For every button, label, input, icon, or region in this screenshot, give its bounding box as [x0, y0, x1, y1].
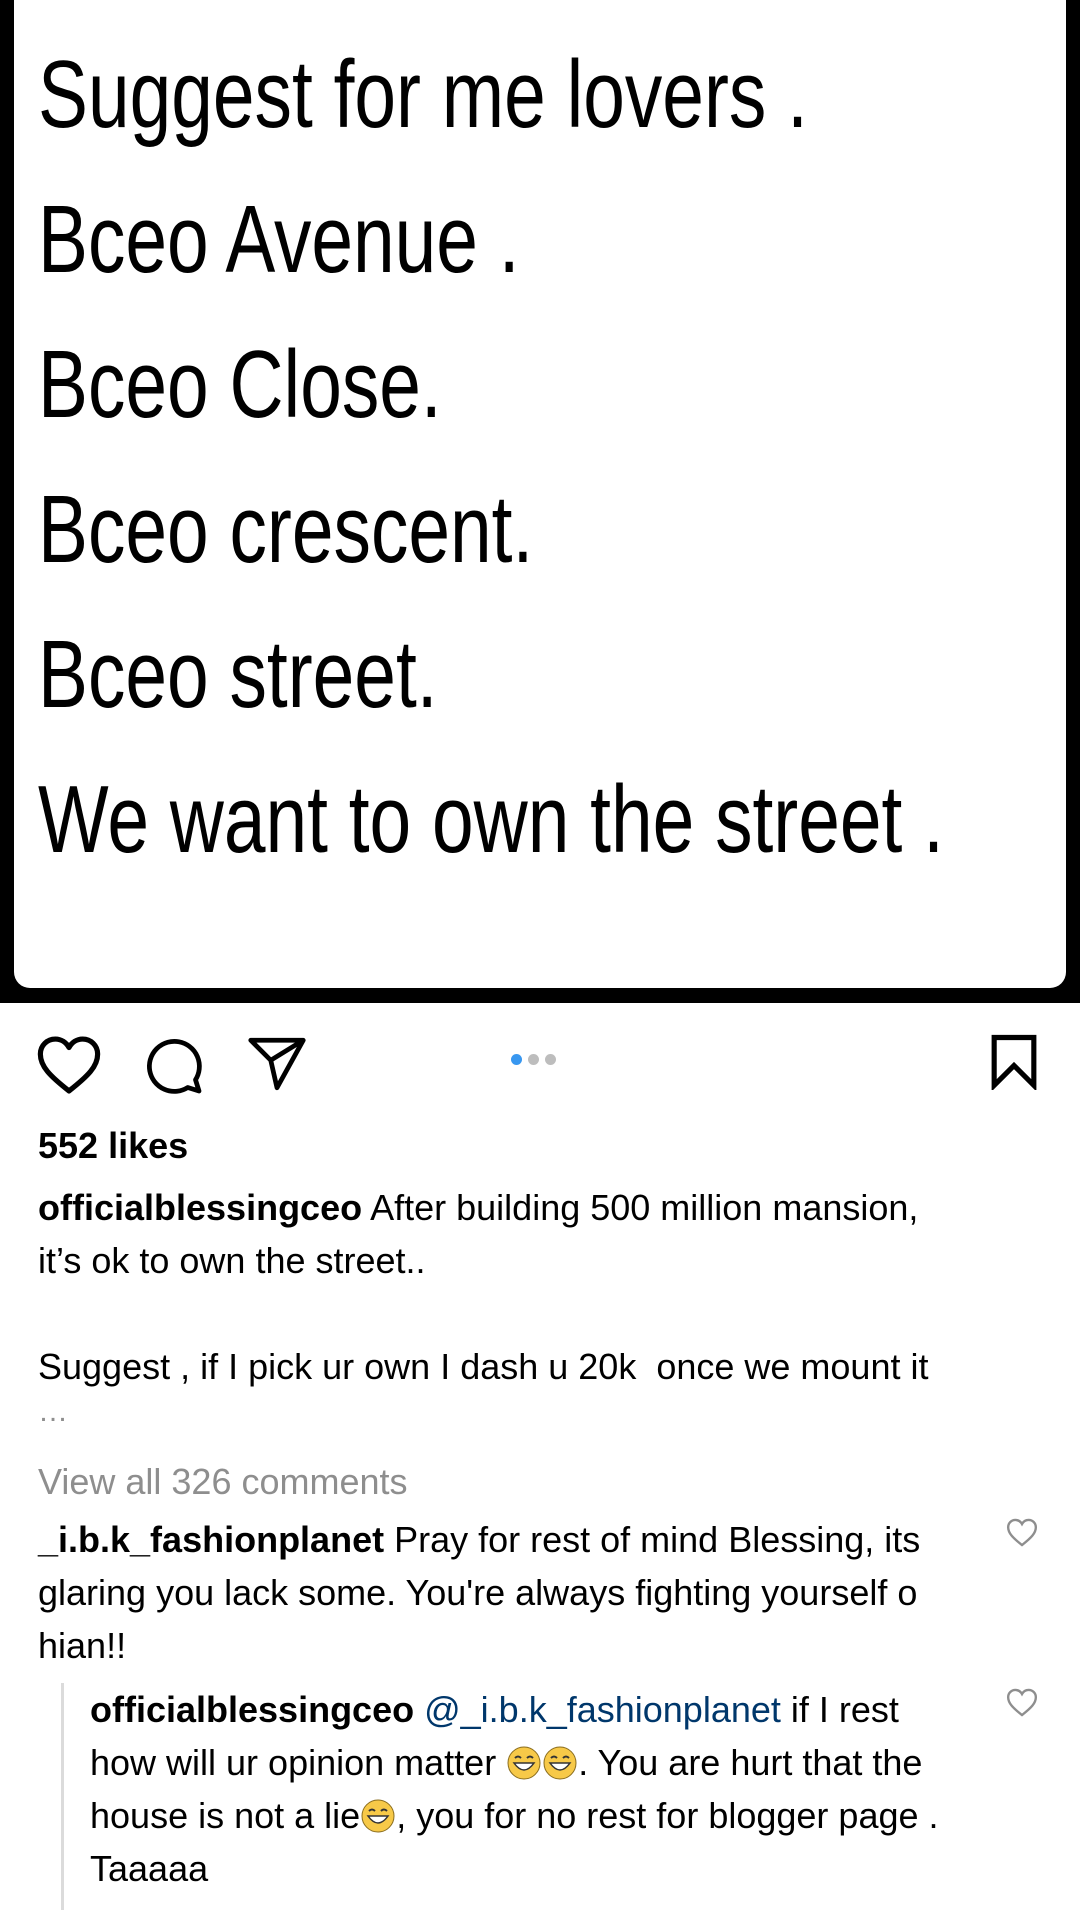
comment-like-button[interactable] — [1006, 1518, 1038, 1552]
laughing-emoji-icon — [507, 1746, 541, 1780]
heart-outline-icon — [37, 1036, 101, 1094]
post-line: Bceo Close. — [38, 331, 442, 438]
carousel-dot — [545, 1054, 556, 1065]
laughing-emoji-icon — [361, 1799, 395, 1833]
save-button[interactable] — [990, 1034, 1038, 1095]
carousel-indicator — [511, 1054, 556, 1065]
post-caption: officialblessingceo After building 500 m… — [38, 1181, 1038, 1393]
comment-item: _i.b.k_fashionplanet Pray for rest of mi… — [38, 1513, 978, 1672]
post-image[interactable]: Suggest for me lovers . Bceo Avenue . Bc… — [0, 0, 1080, 1003]
caption-text: After building 500 million mansion, — [362, 1187, 919, 1228]
bookmark-icon — [991, 1034, 1037, 1092]
caption-author[interactable]: officialblessingceo — [38, 1187, 362, 1228]
comment-bubble-icon — [147, 1039, 202, 1094]
post-line: Bceo crescent. — [38, 476, 534, 583]
carousel-dot — [528, 1054, 539, 1065]
heart-outline-icon — [1006, 1688, 1038, 1717]
likes-count[interactable]: 552 likes — [38, 1124, 188, 1168]
caption-text: Suggest , if I pick ur own I dash u 20k … — [38, 1346, 929, 1387]
reply-thread-line — [61, 1683, 64, 1910]
carousel-dot-active — [511, 1054, 522, 1065]
like-button[interactable] — [36, 1035, 102, 1100]
post-line: Bceo street. — [38, 621, 438, 728]
share-button[interactable] — [247, 1036, 307, 1097]
comment-username[interactable]: _i.b.k_fashionplanet — [38, 1519, 384, 1560]
comment-reply-item: officialblessingceo @_i.b.k_fashionplane… — [90, 1683, 970, 1895]
caption-text: it’s ok to own the street.. — [38, 1240, 426, 1281]
post-text-card: Suggest for me lovers . Bceo Avenue . Bc… — [14, 0, 1066, 988]
comment-like-button[interactable] — [1006, 1688, 1038, 1722]
comment-mention[interactable]: @_i.b.k_fashionplanet — [424, 1689, 781, 1730]
post-line: Bceo Avenue . — [38, 186, 520, 293]
paper-plane-icon — [248, 1037, 306, 1091]
post-line: We want to own the street . — [38, 766, 944, 873]
comment-username[interactable]: officialblessingceo — [90, 1689, 414, 1730]
caption-more-ellipsis[interactable]: … — [38, 1392, 68, 1432]
laughing-emoji-icon — [543, 1746, 577, 1780]
heart-outline-icon — [1006, 1518, 1038, 1547]
post-line: Suggest for me lovers . — [38, 41, 808, 148]
comment-button[interactable] — [144, 1036, 204, 1101]
view-all-comments-link[interactable]: View all 326 comments — [38, 1460, 408, 1504]
